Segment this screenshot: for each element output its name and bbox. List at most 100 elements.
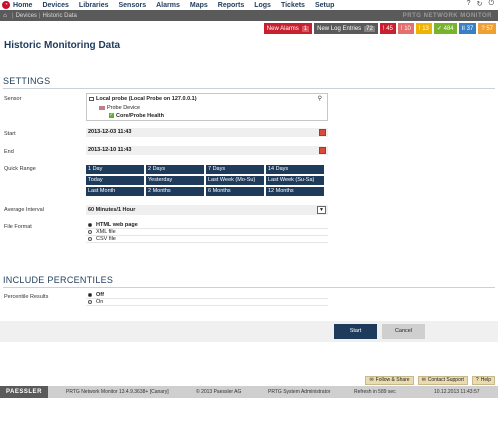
nav-alarms[interactable]: Alarms bbox=[156, 2, 180, 9]
tree-device-node[interactable]: Probe Device bbox=[99, 105, 140, 111]
down-ack-sensors-badge[interactable]: ! 10 bbox=[397, 23, 414, 34]
up-sensors-badge[interactable]: ✓ 484 bbox=[433, 23, 457, 34]
file-format-label: File Format bbox=[4, 224, 32, 230]
quick-range-label: Quick Range bbox=[4, 166, 36, 172]
status-badges: New Alarms 1 New Log Entries 72 ! 45 ! 1… bbox=[263, 23, 496, 34]
breadcrumb-historic-data[interactable]: Historic Data bbox=[42, 13, 76, 19]
quick-range-7-days[interactable]: 7 Days bbox=[206, 165, 264, 174]
format-csv-label: CSV file bbox=[96, 236, 116, 242]
percentile-radios: Off On bbox=[86, 292, 328, 306]
tree-device-label: Probe Device bbox=[107, 105, 141, 111]
timestamp-text: 10.12.2013 11:43:57 bbox=[434, 389, 480, 395]
badge-label: New Log Entries bbox=[317, 25, 362, 32]
settings-divider bbox=[3, 88, 495, 89]
average-interval-select[interactable]: 60 Minutes/1 Hour ▼ bbox=[86, 205, 328, 215]
paused-sensors-badge[interactable]: II 37 bbox=[458, 23, 477, 34]
version-text: PRTG Network Monitor 13.4.9.3638+ [Canar… bbox=[66, 389, 169, 395]
support-icon: ✉ bbox=[421, 377, 426, 383]
share-icon: ✉ bbox=[369, 377, 374, 383]
unknown-sensors-badge[interactable]: ? 57 bbox=[478, 23, 496, 34]
question-icon: ? bbox=[475, 377, 479, 383]
calendar-icon[interactable] bbox=[319, 147, 326, 154]
average-interval-label: Average Interval bbox=[4, 207, 44, 213]
new-log-entries-badge[interactable]: New Log Entries 72 bbox=[314, 23, 378, 34]
quick-range-2-days[interactable]: 2 Days bbox=[146, 165, 204, 174]
radio-icon bbox=[88, 237, 92, 241]
quick-range-2-months[interactable]: 2 Months bbox=[146, 187, 204, 196]
help-icon[interactable]: ? bbox=[467, 0, 471, 8]
format-html-label: HTML web page bbox=[96, 222, 138, 228]
check-icon: ✓ bbox=[109, 112, 114, 119]
start-date-field[interactable]: 2013-12-03 11:43 bbox=[86, 128, 328, 137]
help-button[interactable]: ? Help bbox=[471, 376, 495, 385]
radio-selected-icon bbox=[88, 293, 92, 297]
search-icon[interactable]: ⚲ bbox=[318, 95, 322, 102]
tree-sensor-node[interactable]: ✓ Core/Probe Health bbox=[109, 113, 164, 119]
percentile-on-option[interactable]: On bbox=[86, 299, 328, 306]
cancel-button[interactable]: Cancel bbox=[382, 324, 425, 339]
home-icon[interactable]: ⌂ bbox=[0, 13, 10, 19]
quick-range-1-day[interactable]: 1 Day bbox=[86, 165, 144, 174]
badge-count: 1 bbox=[301, 25, 310, 32]
nav-sensors[interactable]: Sensors bbox=[119, 2, 147, 9]
nav-tickets[interactable]: Tickets bbox=[281, 2, 305, 9]
tree-sensor-label: Core/Probe Health bbox=[116, 113, 164, 119]
sensor-tree[interactable]: Local probe (Local Probe on 127.0.0.1) P… bbox=[86, 93, 328, 121]
nav-home[interactable]: Home bbox=[13, 2, 32, 9]
badge-label: New Alarms bbox=[266, 25, 299, 32]
breadcrumb-devices[interactable]: Devices bbox=[16, 13, 37, 19]
start-button[interactable]: Start bbox=[334, 324, 377, 339]
quick-range-last-week-su-sa[interactable]: Last Week (Su-Sa) bbox=[266, 176, 324, 185]
new-alarms-badge[interactable]: New Alarms 1 bbox=[263, 23, 313, 34]
percentile-off-option[interactable]: Off bbox=[86, 292, 328, 299]
footer: PAESSLER PRTG Network Monitor 13.4.9.363… bbox=[0, 386, 498, 398]
quick-range-last-month[interactable]: Last Month bbox=[86, 187, 144, 196]
warning-sensors-badge[interactable]: ! 13 bbox=[415, 23, 432, 34]
contact-support-button[interactable]: ✉ Contact Support bbox=[417, 376, 468, 385]
down-sensors-badge[interactable]: ! 45 bbox=[379, 23, 396, 34]
follow-share-label: Follow & Share bbox=[375, 377, 410, 383]
percentiles-heading: INCLUDE PERCENTILES bbox=[3, 275, 114, 285]
follow-share-button[interactable]: ✉ Follow & Share bbox=[365, 376, 414, 385]
quick-range-grid: 1 Day 2 Days 7 Days 14 Days Today Yester… bbox=[86, 165, 324, 196]
end-label: End bbox=[4, 149, 14, 155]
refresh-text[interactable]: Refresh in 589 sec bbox=[354, 389, 396, 395]
help-label: Help bbox=[480, 377, 491, 383]
start-label: Start bbox=[4, 131, 16, 137]
logout-icon[interactable]: ⏻ bbox=[488, 0, 494, 8]
breadcrumb-separator: | bbox=[38, 12, 41, 19]
prtg-logo-icon[interactable]: ◔ bbox=[2, 1, 10, 9]
percentiles-divider bbox=[3, 287, 495, 288]
tree-probe-node[interactable]: Local probe (Local Probe on 127.0.0.1) bbox=[89, 96, 197, 102]
nav-libraries[interactable]: Libraries bbox=[79, 2, 109, 9]
nav-maps[interactable]: Maps bbox=[190, 2, 208, 9]
sensor-label: Sensor bbox=[4, 96, 22, 102]
nav-reports[interactable]: Reports bbox=[218, 2, 244, 9]
nav-setup[interactable]: Setup bbox=[315, 2, 334, 9]
probe-icon bbox=[89, 96, 94, 101]
radio-icon bbox=[88, 300, 92, 304]
quick-range-last-week-mo-su[interactable]: Last Week (Mo-Su) bbox=[206, 176, 264, 185]
nav-devices[interactable]: Devices bbox=[42, 2, 68, 9]
quick-range-12-months[interactable]: 12 Months bbox=[266, 187, 324, 196]
radio-icon bbox=[88, 230, 92, 234]
percentile-on-label: On bbox=[96, 299, 104, 305]
format-html-option[interactable]: HTML web page bbox=[86, 222, 328, 229]
calendar-icon[interactable] bbox=[319, 129, 326, 136]
paessler-logo[interactable]: PAESSLER bbox=[0, 386, 48, 398]
nav-logs[interactable]: Logs bbox=[254, 2, 271, 9]
quick-range-6-months[interactable]: 6 Months bbox=[206, 187, 264, 196]
chevron-down-icon[interactable]: ▼ bbox=[317, 206, 326, 214]
end-date-field[interactable]: 2013-12-10 11:43 bbox=[86, 146, 328, 155]
format-xml-label: XML file bbox=[96, 229, 116, 235]
copyright-text: © 2013 Paessler AG bbox=[196, 389, 242, 395]
refresh-icon[interactable]: ↻ bbox=[477, 0, 483, 8]
quick-range-14-days[interactable]: 14 Days bbox=[266, 165, 324, 174]
user-text[interactable]: PRTG System Administrator bbox=[268, 389, 330, 395]
radio-selected-icon bbox=[88, 223, 92, 227]
quick-range-yesterday[interactable]: Yesterday bbox=[146, 176, 204, 185]
quick-range-today[interactable]: Today bbox=[86, 176, 144, 185]
format-csv-option[interactable]: CSV file bbox=[86, 236, 328, 243]
format-xml-option[interactable]: XML file bbox=[86, 229, 328, 236]
top-right-icons: ? ↻ ⏻ bbox=[467, 0, 494, 8]
